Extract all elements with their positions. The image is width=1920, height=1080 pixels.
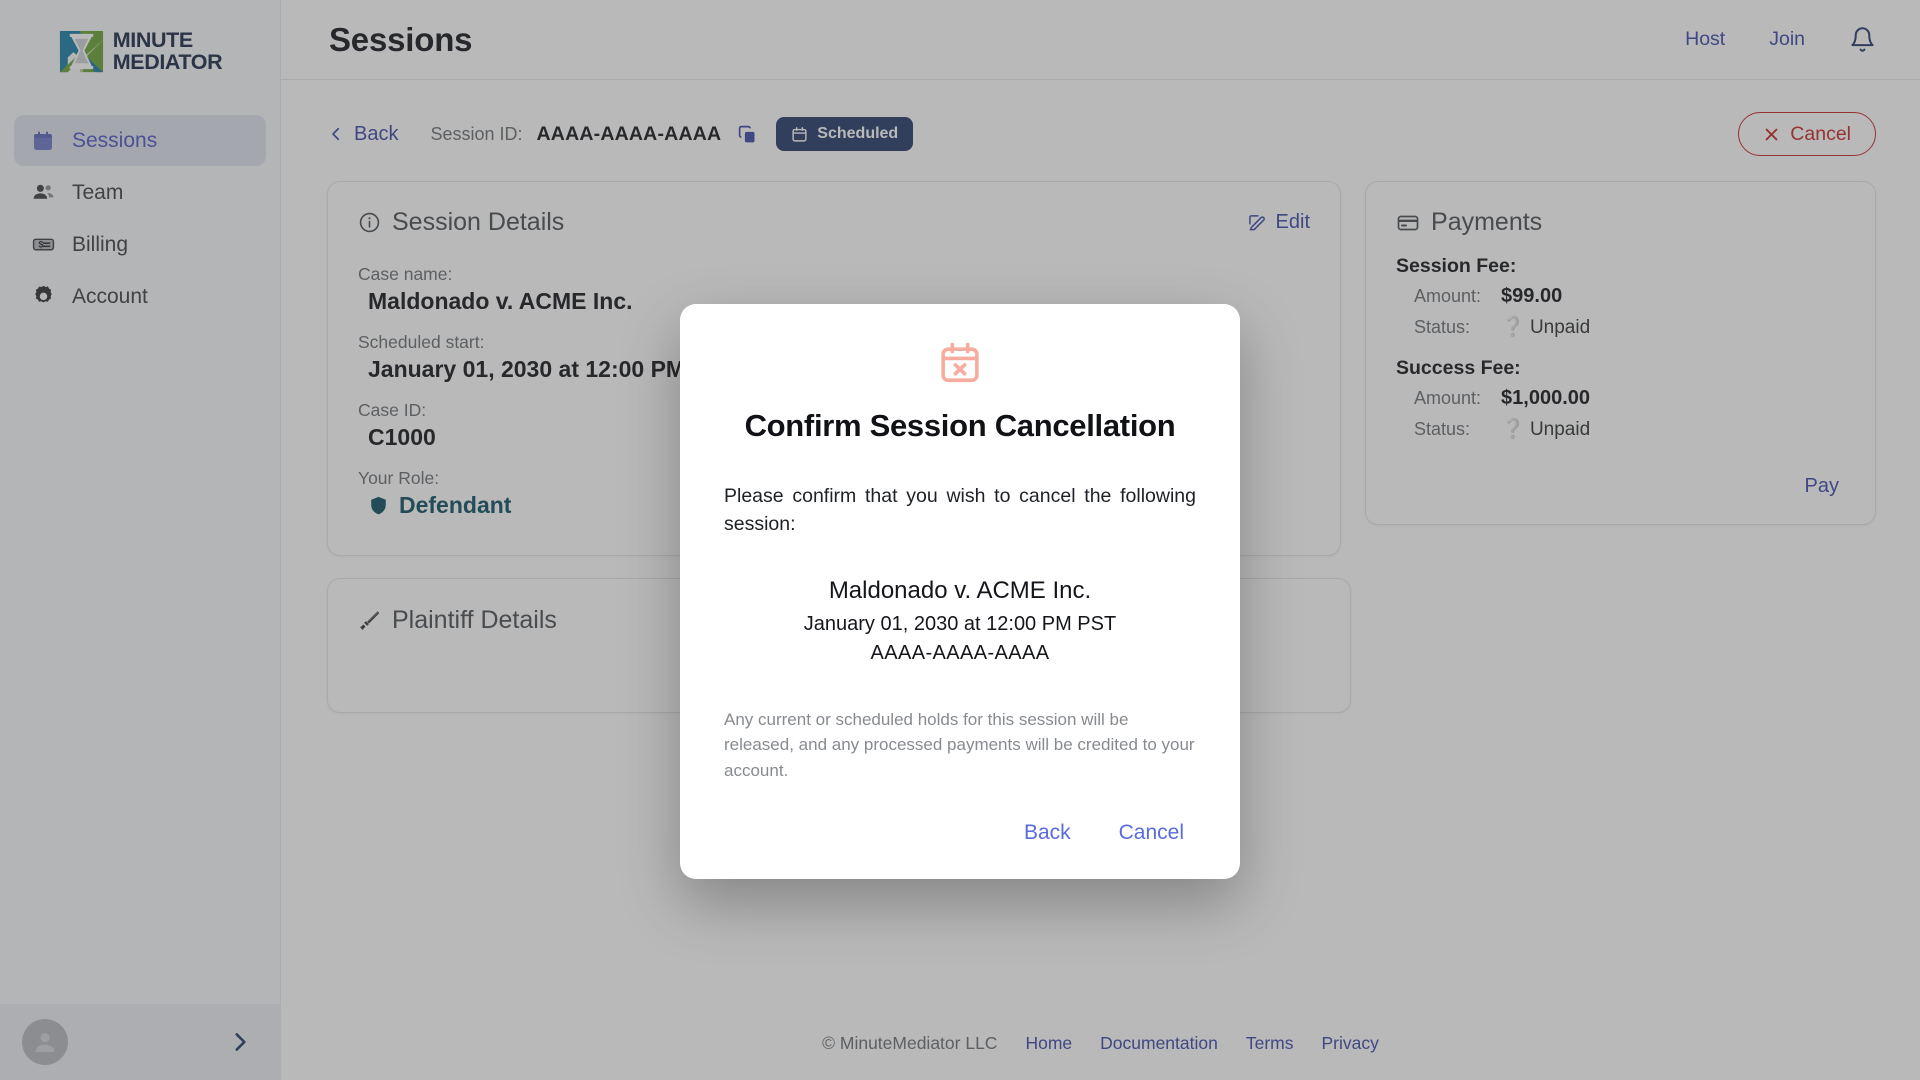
modal-intro-text: Please confirm that you wish to cancel t…: [724, 482, 1196, 539]
calendar-x-icon: [937, 340, 983, 386]
modal-cancel-button[interactable]: Cancel: [1119, 821, 1184, 845]
modal-session-code: AAAA-AAAA-AAAA: [724, 642, 1196, 665]
modal-back-button[interactable]: Back: [1024, 821, 1071, 845]
modal-session-date: January 01, 2030 at 12:00 PM PST: [724, 613, 1196, 636]
modal-session-summary: Maldonado v. ACME Inc. January 01, 2030 …: [724, 577, 1196, 665]
modal-title: Confirm Session Cancellation: [724, 408, 1196, 444]
modal-actions: Back Cancel: [724, 821, 1196, 853]
modal-icon-wrap: [724, 340, 1196, 386]
app-root: MINUTE MEDIATOR Sessions: [0, 0, 1920, 1080]
modal-note-text: Any current or scheduled holds for this …: [724, 707, 1196, 784]
modal-case-name: Maldonado v. ACME Inc.: [724, 577, 1196, 605]
confirm-session-cancellation-dialog: Confirm Session Cancellation Please conf…: [680, 304, 1240, 879]
